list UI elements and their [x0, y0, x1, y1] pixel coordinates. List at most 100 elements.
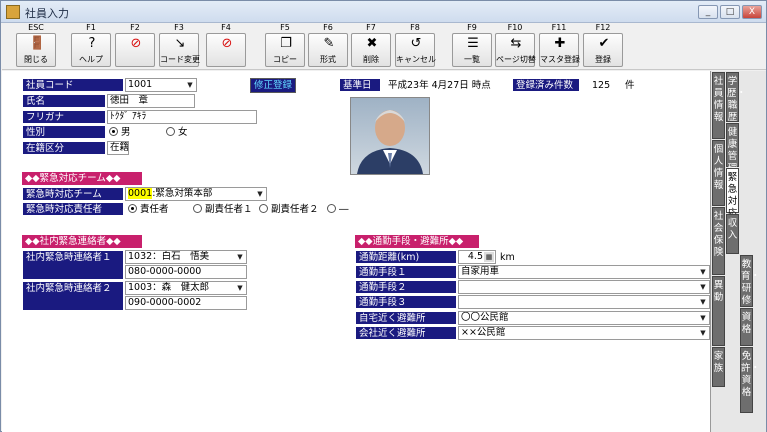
m1-label: 通勤手段１	[355, 265, 457, 279]
tab-training[interactable]: 教育・研修	[740, 255, 760, 307]
contact1-name: 1032：白石 悟美	[128, 251, 210, 262]
minimize-button[interactable]: _	[698, 5, 718, 19]
code-label: 社員コード	[22, 78, 124, 92]
tab-health[interactable]: 健康管理	[726, 123, 739, 174]
role-label: 緊急時対応責任者	[22, 202, 124, 216]
maximize-button[interactable]: □	[720, 5, 740, 19]
contact2-name: 1003：森 健太郎	[128, 282, 210, 293]
role1-text: 責任者	[140, 204, 169, 215]
code-select[interactable]: 1001 ▼	[125, 78, 197, 92]
door-icon: 🚪	[29, 36, 46, 51]
tab-qualification[interactable]: 資格	[740, 308, 753, 346]
tab-transfer[interactable]: 異動	[712, 276, 725, 346]
team-label: 緊急時対応チーム	[22, 187, 124, 201]
name-field[interactable]: 徳田 章	[107, 94, 195, 108]
home-shelter-value: 〇〇公民館	[461, 312, 509, 323]
m3-select[interactable]: ▼	[458, 295, 710, 309]
dist-field[interactable]: 4.5 ▦	[458, 250, 496, 264]
function-key-label: ESC	[28, 23, 44, 32]
tab-family[interactable]: 家族	[712, 347, 725, 387]
contact1-phone[interactable]: 080-0000-0000	[125, 265, 247, 279]
toolbar-button-f9[interactable]: ☰ 一覧	[452, 33, 492, 67]
contact1-select[interactable]: 1032：白石 悟美 ▼	[125, 250, 247, 264]
chevron-down-icon: ▼	[187, 81, 193, 89]
chevron-down-icon: ▼	[700, 298, 706, 306]
kana-field[interactable]: ﾄｸﾀﾞ ｱｷﾗ	[107, 110, 257, 124]
tab-income[interactable]: 収入	[726, 214, 739, 254]
contact2-select[interactable]: 1003：森 健太郎 ▼	[125, 281, 247, 295]
vertical-tab-strip: 社員情報 個人情報 社会保険 異動 家族 学歴・職歴 健康管理 緊急対応 収入 …	[710, 71, 766, 432]
chevron-down-icon: ▼	[237, 284, 243, 292]
office-shelter-label: 会社近く避難所	[355, 326, 457, 340]
m1-select[interactable]: 自家用車 ▼	[458, 265, 710, 279]
employee-form: 社員コード 1001 ▼ 修正登録 基準日 平成23年 4月27日 時点 登録済み…	[2, 71, 710, 432]
toolbar-button-label: マスタ登録	[540, 55, 580, 64]
toolbar-button-esc[interactable]: 🚪 閉じる	[16, 33, 56, 67]
toolbar-button-f12[interactable]: ✔ 登録	[583, 33, 623, 67]
person-icon	[357, 110, 423, 174]
toolbar-item: F11 ✚ マスタ登録	[537, 23, 581, 69]
toolbar-button-label: 削除	[363, 55, 379, 64]
contact2-label: 社内緊急時連絡者２	[22, 281, 124, 311]
toolbar-button-f3[interactable]: ↘ コード変更	[159, 33, 200, 67]
toolbar-item: F3 ↘ コード変更	[157, 23, 201, 69]
toolbar-button-f1[interactable]: ? ヘルプ	[71, 33, 111, 67]
gender-male-radio[interactable]: 男	[109, 126, 131, 139]
function-key-label: F9	[467, 23, 477, 32]
function-key-label: F10	[507, 23, 523, 32]
gender-male-text: 男	[121, 127, 131, 138]
toolbar-button-f7[interactable]: ✖ 削除	[351, 33, 391, 67]
tab-emergency[interactable]: 緊急対応	[726, 168, 739, 219]
tab-personal-info[interactable]: 個人情報	[712, 140, 725, 206]
gender-female-text: 女	[178, 127, 188, 138]
count-value: 125	[592, 80, 611, 91]
tab-social-insurance[interactable]: 社会保険	[712, 207, 725, 275]
kijunbi-value: 平成23年 4月27日 時点	[388, 80, 491, 91]
commute-section-title: ◆◆通勤手段・避難所◆◆	[355, 235, 479, 248]
home-shelter-select[interactable]: 〇〇公民館 ▼	[458, 311, 710, 325]
app-icon	[6, 5, 20, 19]
function-key-label: F2	[130, 23, 140, 32]
role1-radio[interactable]: 責任者	[128, 203, 169, 216]
tab-education-career[interactable]: 学歴・職歴	[726, 72, 746, 123]
dist-value: 4.5	[467, 251, 483, 262]
gender-female-radio[interactable]: 女	[166, 126, 188, 139]
close-button[interactable]: X	[742, 5, 762, 19]
toolbar-item: F10 ⇆ ページ切替	[493, 23, 537, 69]
toolbar-button-f5[interactable]: ❐ コピー	[265, 33, 305, 67]
list-icon: ☰	[467, 36, 479, 51]
calculator-icon[interactable]: ▦	[484, 252, 494, 262]
role4-radio[interactable]: ―	[327, 203, 349, 216]
toolbar-button-f4[interactable]: ⊘	[206, 33, 246, 67]
zaiseki-label: 在籍区分	[22, 141, 106, 155]
toolbar-button-f8[interactable]: ↺ キャンセル	[395, 33, 436, 67]
m2-select[interactable]: ▼	[458, 280, 710, 294]
name-label: 氏名	[22, 94, 106, 108]
role2-text: 副責任者１	[205, 204, 253, 215]
toolbar-button-f6[interactable]: ✎ 形式	[308, 33, 348, 67]
help-icon: ?	[88, 36, 96, 51]
radio-icon	[327, 204, 336, 213]
function-key-label: F11	[551, 23, 567, 32]
toolbar-button-f10[interactable]: ⇆ ページ切替	[495, 33, 536, 67]
app-window: 社員入力 _ □ X ESC 🚪 閉じる F1? ヘルプ F2 ⊘ F3 ↘ コード変更 F4 ⊘ F5…	[0, 0, 767, 432]
code-value: 1001	[128, 79, 153, 90]
format-icon: ✎	[323, 36, 335, 51]
count-unit: 件	[625, 80, 635, 91]
team-select[interactable]: 0001:緊急対策本部 ▼	[125, 187, 267, 201]
team-name: :緊急対策本部	[152, 188, 213, 199]
tab-employee-info[interactable]: 社員情報	[712, 72, 725, 139]
dist-label: 通勤距離(km)	[355, 250, 457, 264]
toolbar-item: F5 ❐ コピー	[263, 23, 307, 69]
toolbar-button-f2[interactable]: ⊘	[115, 33, 155, 67]
toolbar-button-label: 登録	[595, 55, 611, 64]
chevron-down-icon: ▼	[700, 268, 706, 276]
role3-radio[interactable]: 副責任者２	[259, 203, 319, 216]
contact2-phone[interactable]: 090-0000-0002	[125, 296, 247, 310]
toolbar-button-f11[interactable]: ✚ マスタ登録	[539, 33, 580, 67]
role2-radio[interactable]: 副責任者１	[193, 203, 253, 216]
tab-license[interactable]: 免許・資格	[740, 347, 760, 413]
team-code: 0001	[128, 188, 153, 199]
zaiseki-field[interactable]: 在籍	[107, 141, 129, 155]
office-shelter-select[interactable]: ××公民館 ▼	[458, 326, 710, 340]
